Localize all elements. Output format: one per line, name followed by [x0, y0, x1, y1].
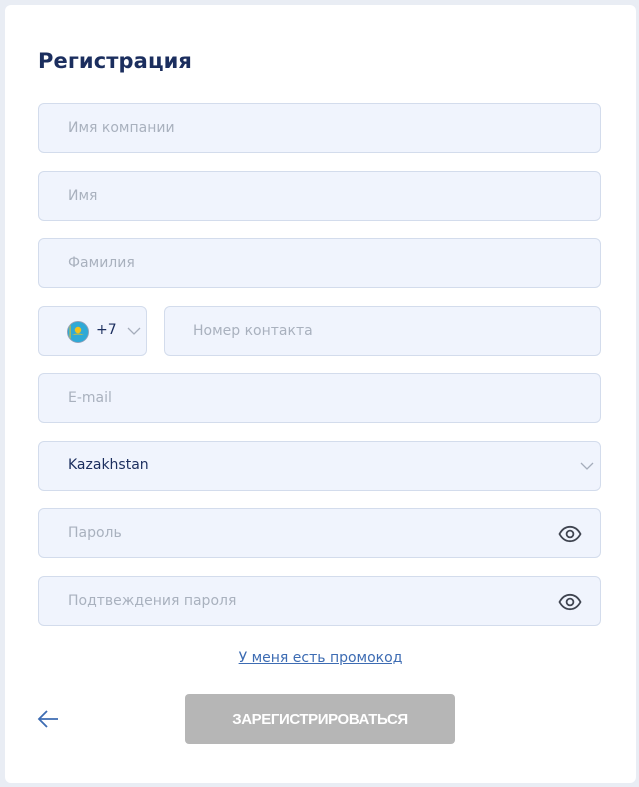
back-arrow-icon[interactable] — [36, 707, 62, 731]
first-name-field[interactable] — [38, 171, 601, 221]
password-confirm-input[interactable] — [39, 577, 600, 625]
password-confirm-field[interactable] — [38, 576, 601, 626]
country-select-value: Kazakhstan — [68, 457, 149, 473]
page-title: Регистрация — [38, 49, 193, 73]
first-name-input[interactable] — [39, 172, 600, 220]
company-input[interactable] — [39, 104, 600, 152]
company-field[interactable] — [38, 103, 601, 153]
last-name-input[interactable] — [39, 239, 600, 287]
last-name-field[interactable] — [38, 238, 601, 288]
register-button[interactable]: ЗАРЕГИСТРИРОВАТЬСЯ — [185, 694, 455, 744]
eye-icon[interactable] — [558, 590, 582, 614]
eye-icon[interactable] — [558, 522, 582, 546]
email-field[interactable] — [38, 373, 601, 423]
registration-card: Регистрация +7 Kazakhst — [5, 5, 636, 783]
email-input[interactable] — [39, 374, 600, 422]
country-code-value: +7 — [96, 322, 117, 338]
kazakhstan-flag-icon — [67, 321, 89, 343]
phone-field[interactable] — [164, 306, 601, 356]
phone-input[interactable] — [165, 307, 600, 355]
chevron-down-icon — [127, 327, 141, 335]
chevron-down-icon — [580, 462, 594, 470]
password-input[interactable] — [39, 509, 600, 557]
country-select[interactable]: Kazakhstan — [38, 441, 601, 491]
country-code-select[interactable]: +7 — [38, 306, 147, 356]
password-field[interactable] — [38, 508, 601, 558]
promo-code-link[interactable]: У меня есть промокод — [5, 650, 636, 666]
